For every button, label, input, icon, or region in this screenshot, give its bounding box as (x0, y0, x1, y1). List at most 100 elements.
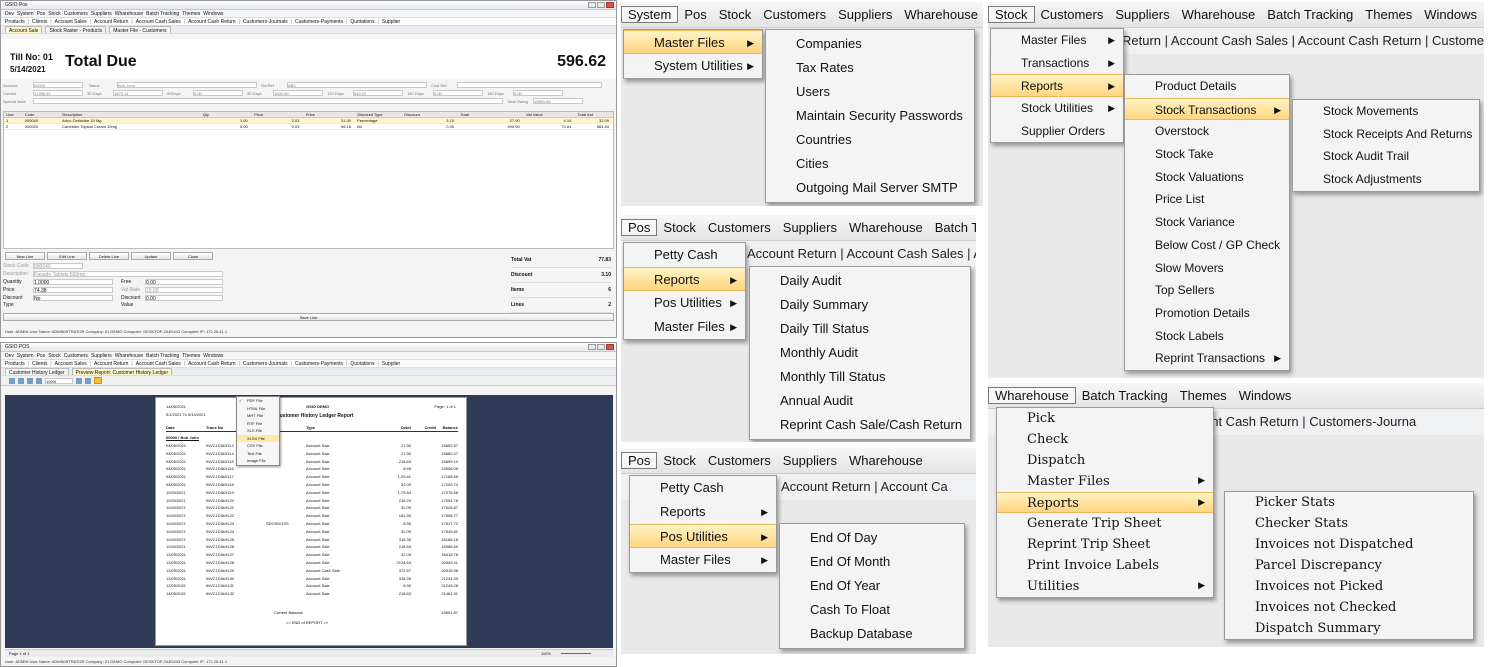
special-note-field[interactable] (33, 98, 503, 104)
open-icon[interactable] (9, 377, 15, 384)
custref-field[interactable] (457, 82, 602, 88)
menu-themes[interactable]: Themes (1174, 388, 1233, 403)
menu-item-transactions[interactable]: Transactions ▶ (991, 52, 1123, 75)
menu-item-end-of-day[interactable]: End Of Day (780, 526, 964, 550)
menu-suppliers[interactable]: Suppliers (777, 453, 843, 468)
menu-themes[interactable]: Themes (182, 352, 200, 359)
menu-item-backup-database[interactable]: Backup Database (780, 622, 964, 646)
zoom-select[interactable]: 100% (45, 377, 73, 384)
menu-item-overstock[interactable]: Overstock (1125, 120, 1289, 143)
menu-themes[interactable]: Themes (182, 10, 200, 17)
menu-item-print-invoice-labels[interactable]: Print Invoice Labels (997, 555, 1213, 576)
discount-type-select[interactable]: No (33, 295, 113, 302)
menu-item-maintain-security-passwords[interactable]: Maintain Security Passwords (766, 104, 974, 128)
menu-batch-tracki[interactable]: Batch Tracki (929, 220, 976, 235)
ourref-field[interactable]: ABC (287, 82, 427, 88)
menu-item-tax-rates[interactable]: Tax Rates (766, 56, 974, 80)
menu-windows[interactable]: Windows (1233, 388, 1298, 403)
menu-batch-tracking[interactable]: Batch Tracking (146, 10, 179, 17)
shortcut-clients[interactable]: Clients (32, 360, 47, 367)
column-header[interactable]: Vat Value (524, 112, 576, 117)
column-header[interactable]: Total Incl (576, 112, 614, 117)
menu-item-master-files[interactable]: Master Files ▶ (630, 548, 776, 572)
menu-item-check[interactable]: Check (997, 429, 1213, 450)
menu-system[interactable]: System (621, 6, 679, 23)
column-header[interactable]: Qty (201, 112, 253, 117)
export-html-file[interactable]: HTML File (237, 405, 279, 413)
maximize-button[interactable] (597, 2, 605, 8)
sale-lines-grid[interactable]: Line Code Description Qty Price Price Discount… (3, 111, 614, 249)
shortcut-account-sales[interactable]: Account Sales (55, 360, 87, 367)
menu-batch-tracking[interactable]: Batch Tracking (1261, 7, 1359, 22)
menu-item-reprint-trip-sheet[interactable]: Reprint Trip Sheet (997, 534, 1213, 555)
menu-windows[interactable]: Windows (203, 352, 223, 359)
menu-item-users[interactable]: Users (766, 80, 974, 104)
save-icon[interactable] (18, 377, 24, 384)
menu-item-picker-stats[interactable]: Picker Stats (1225, 492, 1473, 513)
maximize-button[interactable] (597, 344, 605, 350)
shortcut-clients[interactable]: Clients (32, 18, 47, 25)
menu-item-cities[interactable]: Cities (766, 152, 974, 176)
menu-item-pos-utilities[interactable]: Pos Utilities ▶ (624, 291, 745, 315)
shortcut-customers-journals[interactable]: Customers-Journals (243, 18, 288, 25)
next-page-icon[interactable] (85, 377, 91, 384)
free-field[interactable]: 0.00 (145, 279, 223, 286)
menu-item-reprint-cash-sale-cash-return[interactable]: Reprint Cash Sale/Cash Return (750, 413, 970, 437)
menu-item-slow-movers[interactable]: Slow Movers (1125, 257, 1289, 280)
new-line-button[interactable]: New Line (5, 252, 45, 260)
menu-item-companies[interactable]: Companies (766, 32, 974, 56)
menu-windows[interactable]: Windows (203, 10, 223, 17)
menu-wharehouse[interactable]: Wharehouse (843, 453, 929, 468)
shortcut-customers-payments[interactable]: Customers-Payments (295, 360, 343, 367)
shortcut-customers-journals[interactable]: Customers-Journals (243, 360, 288, 367)
menu-system[interactable]: System (17, 10, 34, 17)
menu-item-utilities[interactable]: Utilities ▶ (997, 576, 1213, 597)
shortcut-products[interactable]: Products (5, 18, 25, 25)
shortcut-customers-payments[interactable]: Customers-Payments (295, 18, 343, 25)
menu-stock[interactable]: Stock (48, 10, 61, 17)
menu-customers[interactable]: Customers (702, 453, 777, 468)
price-field[interactable]: 74.38 (33, 287, 113, 294)
menu-item-dispatch-summary[interactable]: Dispatch Summary (1225, 618, 1473, 639)
menu-item-stock-transactions[interactable]: Stock Transactions ▶ (1125, 97, 1289, 121)
menu-item-countries[interactable]: Countries (766, 128, 974, 152)
menu-item-generate-trip-sheet[interactable]: Generate Trip Sheet (997, 513, 1213, 534)
save-line-button[interactable]: Save Line (3, 313, 614, 321)
shortcut-account-cash-sales[interactable]: Account Cash Sales (136, 18, 181, 25)
menu-windows[interactable]: Windows (1418, 7, 1483, 22)
column-header[interactable]: Total (458, 112, 524, 117)
menu-item-stock-labels[interactable]: Stock Labels (1125, 325, 1289, 348)
shortcut-account-cash-return[interactable]: Account Cash Return (188, 360, 236, 367)
menu-item-petty-cash[interactable]: Petty Cash (624, 243, 745, 267)
name-field[interactable]: Bob John (117, 82, 257, 88)
menu-item-daily-audit[interactable]: Daily Audit (750, 269, 970, 293)
discount-value-field[interactable]: 0.00 (145, 295, 223, 302)
menu-item-reprint-transactions[interactable]: Reprint Transactions ▶ (1125, 347, 1289, 370)
menu-pos[interactable]: Pos (678, 7, 712, 22)
menu-item-product-details[interactable]: Product Details (1125, 75, 1289, 98)
zoom-slider[interactable] (561, 653, 591, 654)
menu-batch-tracking[interactable]: Batch Tracking (1076, 388, 1174, 403)
column-header[interactable]: Discount (402, 112, 458, 117)
export-csv-file[interactable]: CSV File (237, 442, 279, 450)
shortcut-account-return[interactable]: Account Return (94, 18, 128, 25)
export-icon[interactable] (94, 377, 102, 384)
menu-item-master-files[interactable]: Master Files ▶ (997, 471, 1213, 492)
menu-item-stock-movements[interactable]: Stock Movements (1293, 100, 1479, 123)
shortcut-quotations[interactable]: Quotations (350, 18, 374, 25)
export-image-file[interactable]: Image File (237, 457, 279, 465)
menu-stock[interactable]: Stock (48, 352, 61, 359)
tab-master-file-customers[interactable]: Master File - Customers (109, 26, 171, 34)
column-header[interactable]: Line (4, 112, 23, 117)
menu-item-top-sellers[interactable]: Top Sellers (1125, 279, 1289, 302)
menu-item-reports[interactable]: Reports ▶ (991, 74, 1123, 98)
menu-dev[interactable]: Dev (5, 10, 14, 17)
menu-item-daily-till-status[interactable]: Daily Till Status (750, 317, 970, 341)
first-page-icon[interactable] (76, 377, 82, 384)
description-field[interactable]: Panado Tablets 500mg (33, 271, 223, 278)
shortcut-account-return[interactable]: Account Return (94, 360, 128, 367)
menu-pos[interactable]: Pos (621, 219, 658, 236)
column-header[interactable]: Price (252, 112, 304, 117)
search-icon[interactable] (36, 377, 42, 384)
shortcut-quotations[interactable]: Quotations (350, 360, 374, 367)
